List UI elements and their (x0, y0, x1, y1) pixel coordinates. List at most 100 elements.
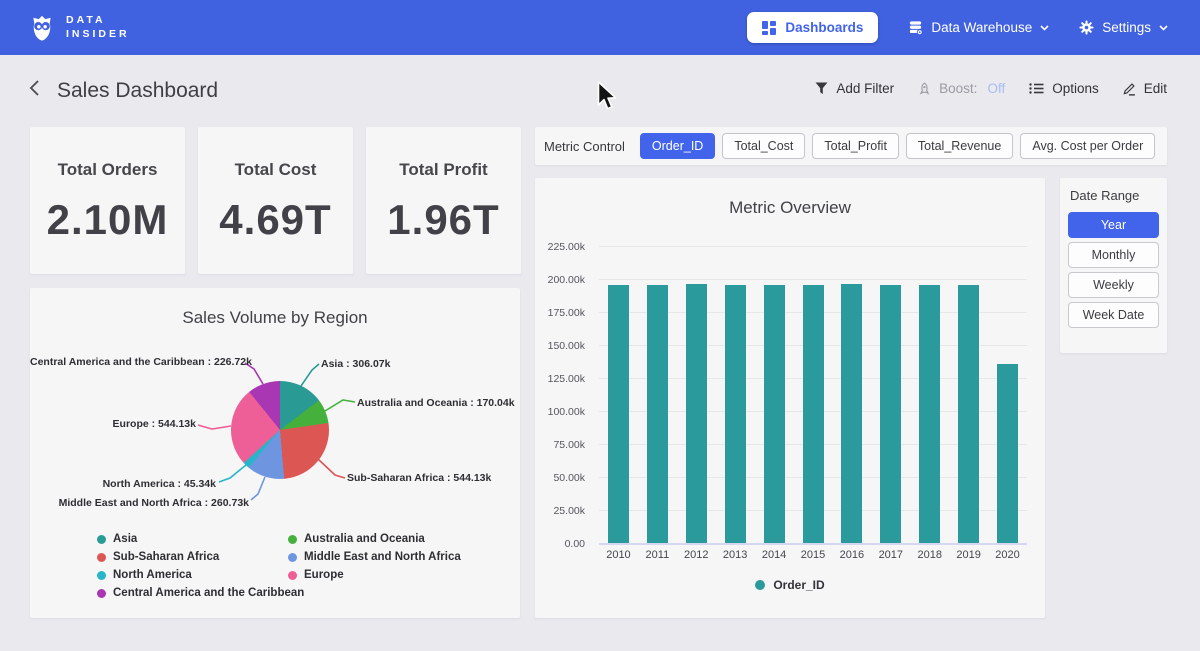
bar-chart-title: Metric Overview (535, 198, 1045, 218)
dashboard-grid-icon (762, 21, 776, 35)
kpi-label: Total Profit (399, 160, 487, 180)
pie-legend-column-1: Asia Sub-Saharan Africa North America Centr… (97, 533, 304, 599)
chevron-left-icon (28, 79, 41, 97)
boost-state: Off (987, 81, 1005, 96)
x-tick-label: 2018 (910, 549, 950, 561)
legend-dot (288, 535, 297, 544)
pie-callout-middle-east-and-north-africa: Middle East and North Africa : 260.73k (30, 497, 249, 509)
date-range-monthly[interactable]: Monthly (1068, 242, 1159, 268)
brand-logo[interactable]: DATA INSIDER (28, 13, 130, 43)
y-tick-label: 25.00k (535, 505, 585, 517)
pie-chart[interactable] (231, 381, 329, 479)
y-tick-label: 175.00k (535, 307, 585, 319)
x-tick-label: 2013 (715, 549, 755, 561)
date-range-panel: Date Range Year Monthly Weekly Week Date (1060, 178, 1167, 353)
brand-line2: INSIDER (66, 28, 130, 41)
bar-chart-card: Metric Overview 0.0025.00k50.00k75.00k10… (535, 178, 1045, 618)
bar-chart-y-axis: 0.0025.00k50.00k75.00k100.00k125.00k150.… (535, 247, 591, 544)
kpi-card-total-profit: Total Profit 1.96T (366, 127, 521, 274)
bar-chart-x-axis: 2010201120122013201420152016201720182019… (599, 549, 1027, 563)
options-button[interactable]: Options (1029, 81, 1099, 96)
metric-control-label: Metric Control (544, 139, 625, 154)
settings-label: Settings (1102, 20, 1151, 35)
pie-legend-item-asia[interactable]: Asia (97, 533, 304, 545)
bar-2016[interactable] (841, 284, 862, 543)
legend-dot (288, 553, 297, 562)
edit-label: Edit (1144, 81, 1167, 96)
options-label: Options (1052, 81, 1099, 96)
bar-2020[interactable] (997, 364, 1018, 543)
pie-legend-column-2: Australia and Oceania Middle East and Nor… (288, 533, 461, 581)
pie-legend-item-central-america-and-the-caribbean[interactable]: Central America and the Caribbean (97, 587, 304, 599)
gridline (599, 279, 1027, 280)
bar-2013[interactable] (725, 285, 746, 543)
y-tick-label: 0.00 (535, 538, 585, 550)
x-tick-label: 2020 (988, 549, 1028, 561)
settings-menu[interactable]: Settings (1079, 20, 1168, 35)
options-list-icon (1029, 82, 1044, 95)
kpi-card-total-cost: Total Cost 4.69T (198, 127, 353, 274)
edit-button[interactable]: Edit (1123, 81, 1167, 96)
kpi-card-total-orders: Total Orders 2.10M (30, 127, 185, 274)
pie-legend-item-sub-saharan-africa[interactable]: Sub-Saharan Africa (97, 551, 304, 563)
date-range-options: Year Monthly Weekly Week Date (1068, 212, 1159, 328)
x-tick-label: 2012 (676, 549, 716, 561)
metric-chip-total-cost[interactable]: Total_Cost (722, 133, 805, 159)
legend-dot (97, 553, 106, 562)
top-nav: DATA INSIDER Dashboards (0, 0, 1200, 55)
legend-label: Middle East and North Africa (304, 551, 461, 563)
legend-dot (97, 571, 106, 580)
date-range-label: Date Range (1070, 188, 1159, 203)
date-range-week-date[interactable]: Week Date (1068, 302, 1159, 328)
x-tick-label: 2014 (754, 549, 794, 561)
legend-label: Central America and the Caribbean (113, 587, 304, 599)
mouse-cursor (597, 81, 619, 113)
brand-line1: DATA (66, 14, 130, 27)
bar-2010[interactable] (608, 285, 629, 543)
pie-legend-item-australia-and-oceania[interactable]: Australia and Oceania (288, 533, 461, 545)
x-tick-label: 2015 (793, 549, 833, 561)
page-title: Sales Dashboard (57, 79, 218, 103)
date-range-year[interactable]: Year (1068, 212, 1159, 238)
legend-label: North America (113, 569, 192, 581)
pie-callout-central-america-and-the-caribbean: Central America and the Caribbean : 226.… (30, 356, 242, 368)
pie-legend-item-europe[interactable]: Europe (288, 569, 461, 581)
edit-pencil-icon (1123, 82, 1136, 96)
add-filter-button[interactable]: Add Filter (815, 81, 894, 96)
gear-icon (1079, 20, 1094, 35)
data-warehouse-menu[interactable]: Data Warehouse (908, 20, 1049, 35)
kpi-value: 1.96T (387, 196, 499, 244)
bar-plot (599, 247, 1027, 544)
filter-funnel-icon (815, 82, 828, 95)
metric-chip-avg-cost-per-order[interactable]: Avg. Cost per Order (1020, 133, 1155, 159)
x-tick-label: 2010 (598, 549, 638, 561)
bar-2012[interactable] (686, 284, 707, 544)
pie-chart-title: Sales Volume by Region (30, 308, 520, 328)
back-button[interactable] (26, 77, 43, 102)
pie-callout-north-america: North America : 45.34k (30, 478, 216, 490)
legend-dot (288, 571, 297, 580)
x-axis-line (599, 543, 1027, 545)
bar-2018[interactable] (919, 285, 940, 543)
boost-toggle[interactable]: Boost:Off (918, 81, 1005, 96)
metric-chip-total-profit[interactable]: Total_Profit (812, 133, 899, 159)
date-range-weekly[interactable]: Weekly (1068, 272, 1159, 298)
bar-2017[interactable] (880, 285, 901, 543)
screen: DATA INSIDER Dashboards (0, 0, 1200, 651)
pie-callout-sub-saharan-africa: Sub-Saharan Africa : 544.13k (347, 472, 491, 484)
bar-2015[interactable] (803, 285, 824, 543)
rocket-icon (918, 82, 931, 95)
pie-callout-australia-and-oceania: Australia and Oceania : 170.04k (357, 397, 515, 409)
pie-legend-item-north-america[interactable]: North America (97, 569, 304, 581)
bar-2014[interactable] (764, 285, 785, 543)
bar-2011[interactable] (647, 285, 668, 543)
dashboards-button[interactable]: Dashboards (747, 12, 878, 43)
legend-label: Order_ID (773, 578, 824, 592)
pie-legend-item-middle-east-and-north-africa[interactable]: Middle East and North Africa (288, 551, 461, 563)
metric-chip-total-revenue[interactable]: Total_Revenue (906, 133, 1013, 159)
legend-dot (97, 535, 106, 544)
bar-2019[interactable] (958, 285, 979, 543)
metric-chip-order-id[interactable]: Order_ID (640, 133, 715, 159)
legend-dot (755, 580, 765, 590)
x-tick-label: 2017 (871, 549, 911, 561)
